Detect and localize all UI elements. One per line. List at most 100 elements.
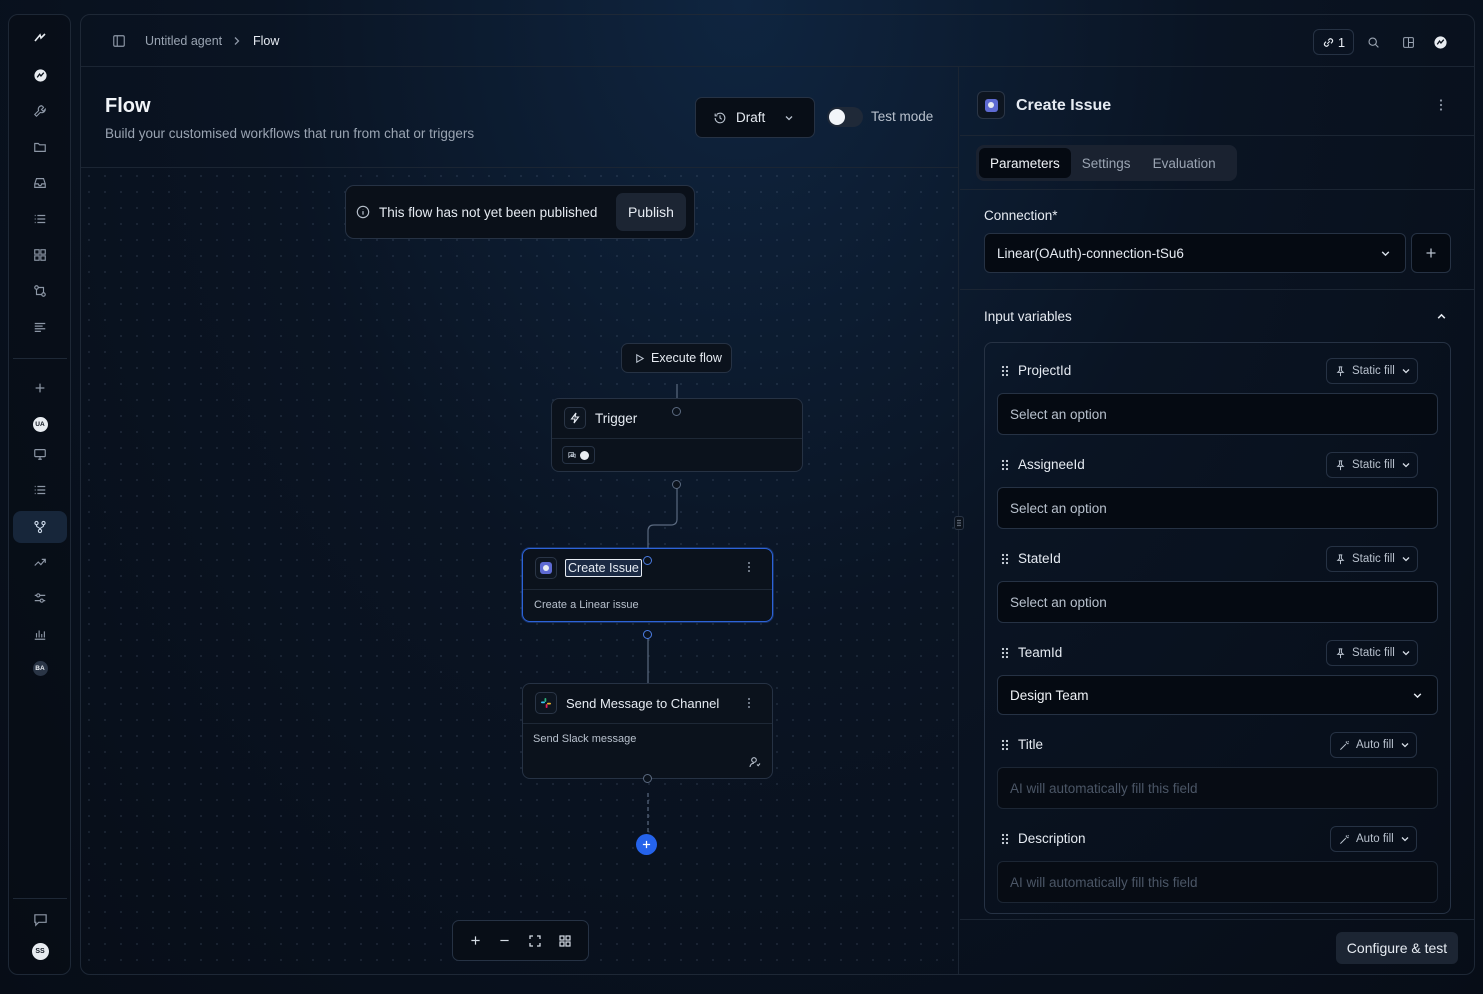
chevron-right-icon (232, 36, 242, 46)
chevron-down-icon (1401, 743, 1409, 748)
fill-mode-dropdown[interactable]: Auto fill (1330, 826, 1417, 852)
stateid-select[interactable]: Select an option (997, 581, 1438, 623)
drag-handle-icon[interactable] (1001, 833, 1009, 845)
connection-label: Connection* (984, 208, 1058, 223)
create-issue-handle-bottom[interactable] (643, 630, 652, 639)
left-rail: UA BA SS (8, 14, 71, 975)
variable-label: Description (1018, 831, 1086, 846)
drag-handle-icon[interactable] (1001, 553, 1009, 565)
send-message-description: Send Slack message (533, 733, 637, 745)
drag-handle-icon[interactable] (1001, 459, 1009, 471)
chat-icon[interactable] (23, 904, 57, 934)
folder-icon[interactable] (23, 132, 57, 162)
list-icon[interactable] (23, 204, 57, 234)
list-icon[interactable] (23, 475, 57, 505)
rail-divider (13, 358, 67, 359)
route-icon[interactable] (1430, 29, 1450, 55)
fill-mode-dropdown[interactable]: Static fill (1326, 640, 1418, 666)
trigger-handle-top[interactable] (672, 407, 681, 416)
connections-count: 1 (1337, 34, 1346, 50)
trigger-handle-bottom[interactable] (672, 480, 681, 489)
zoom-in-icon[interactable] (470, 935, 481, 946)
trending-icon[interactable] (23, 547, 57, 577)
inbox-icon[interactable] (23, 168, 57, 198)
add-connection-button[interactable] (1411, 233, 1451, 273)
connection-select[interactable]: Linear(OAuth)-connection-tSu6 (984, 233, 1406, 273)
plus-icon[interactable] (23, 373, 57, 403)
connections-button[interactable]: 1 (1313, 29, 1354, 55)
avatar-ss[interactable]: SS (23, 936, 57, 966)
fill-mode-dropdown[interactable]: Static fill (1326, 452, 1418, 478)
monitor-icon[interactable] (23, 439, 57, 469)
more-vertical-icon[interactable] (746, 697, 752, 709)
add-step-button[interactable] (636, 834, 657, 855)
sidebar-toggle-icon[interactable] (112, 34, 126, 48)
create-issue-label[interactable]: Create Issue (565, 559, 642, 577)
flow-connectors (643, 384, 678, 844)
fill-mode-label: Static fill (1352, 365, 1395, 377)
drag-handle-icon[interactable] (1001, 647, 1009, 659)
chevron-down-icon (1402, 463, 1410, 468)
trigger-sources (562, 446, 595, 464)
sliders-icon[interactable] (23, 583, 57, 613)
pin-icon (1336, 647, 1345, 658)
more-vertical-icon[interactable] (746, 561, 752, 573)
grid-icon[interactable] (23, 240, 57, 270)
tab-parameters[interactable]: Parameters (979, 148, 1071, 178)
git-compare-icon[interactable] (23, 276, 57, 306)
chevron-up-icon[interactable] (1436, 311, 1447, 322)
variable-label: StateId (1018, 551, 1061, 566)
top-bar: Untitled agent Flow 1 (81, 15, 1474, 67)
minimap-icon[interactable] (559, 934, 571, 947)
avatar: UA (32, 416, 48, 432)
linear-icon (535, 557, 557, 579)
fill-mode-label: Auto fill (1356, 739, 1394, 751)
wrench-icon[interactable] (23, 96, 57, 126)
user-icon (749, 756, 761, 768)
lightning-icon (564, 407, 586, 429)
route-icon[interactable] (23, 60, 57, 90)
connection-value: Linear(OAuth)-connection-tSu6 (997, 245, 1184, 261)
search-icon[interactable] (1363, 29, 1383, 55)
layout-panel-icon[interactable] (1398, 29, 1418, 55)
tab-evaluation[interactable]: Evaluation (1142, 148, 1227, 178)
logo-icon[interactable] (23, 23, 57, 53)
create-issue-description: Create a Linear issue (534, 599, 639, 611)
projectid-select[interactable]: Select an option (997, 393, 1438, 435)
fill-mode-dropdown[interactable]: Static fill (1326, 546, 1418, 572)
breadcrumb-agent[interactable]: Untitled agent (145, 34, 222, 48)
chevron-down-icon (1381, 251, 1390, 257)
tab-settings[interactable]: Settings (1071, 148, 1142, 178)
trigger-label: Trigger (595, 411, 638, 426)
fill-mode-dropdown[interactable]: Static fill (1326, 358, 1418, 384)
zoom-out-icon[interactable] (499, 935, 510, 946)
variable-label: Title (1018, 737, 1044, 752)
text-align-icon[interactable] (23, 312, 57, 342)
bar-chart-icon[interactable] (23, 619, 57, 649)
assigneeid-select[interactable]: Select an option (997, 487, 1438, 529)
send-message-label: Send Message to Channel (566, 696, 720, 711)
linear-icon (977, 91, 1005, 119)
drag-handle-icon[interactable] (1001, 739, 1009, 751)
avatar-ba[interactable]: BA (23, 653, 57, 683)
configure-test-button[interactable]: Configure & test (1336, 932, 1458, 964)
drag-handle-icon[interactable] (1001, 365, 1009, 377)
flow-canvas[interactable]: Flow Build your customised workflows tha… (81, 67, 964, 974)
avatar-ua[interactable]: UA (23, 409, 57, 439)
variable-label: AssigneeId (1018, 457, 1085, 472)
panel-tabs: Parameters Settings Evaluation (976, 145, 1237, 181)
more-vertical-icon[interactable] (1438, 98, 1444, 112)
flow-icon[interactable] (13, 511, 67, 543)
variable-label: TeamId (1018, 645, 1063, 660)
magic-wand-icon (1340, 834, 1349, 844)
send-message-node[interactable]: Send Message to Channel Send Slack messa… (522, 683, 773, 779)
send-message-handle-bottom[interactable] (643, 774, 652, 783)
pin-icon (1336, 365, 1345, 376)
create-issue-handle-top[interactable] (643, 556, 652, 565)
teamid-select[interactable]: Design Team (997, 675, 1438, 715)
fill-mode-label: Static fill (1352, 647, 1395, 659)
plus-icon (642, 840, 651, 849)
fit-view-icon[interactable] (528, 934, 541, 947)
fill-mode-dropdown[interactable]: Auto fill (1330, 732, 1417, 758)
execute-flow-button[interactable]: Execute flow (621, 343, 732, 373)
